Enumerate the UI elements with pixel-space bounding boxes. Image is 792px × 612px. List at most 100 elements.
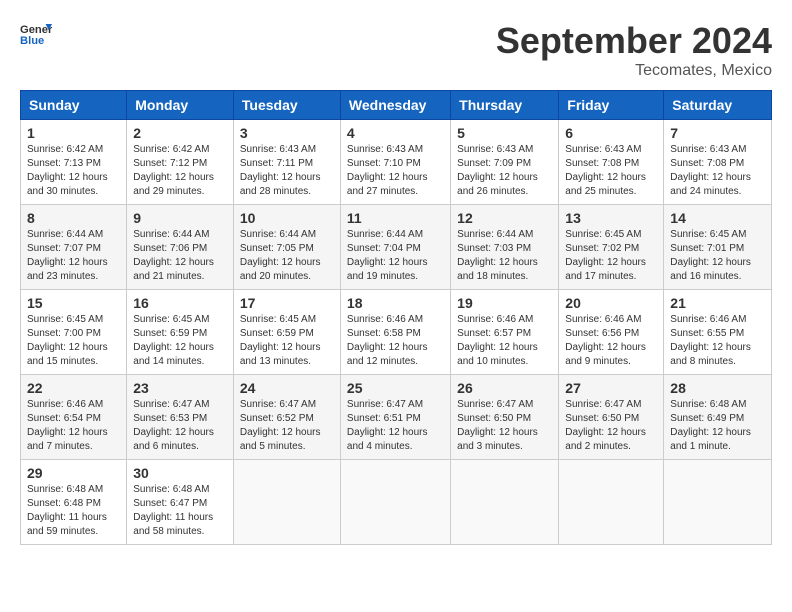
day-info: Sunrise: 6:48 AM Sunset: 6:48 PM Dayligh… [27,483,120,539]
day-number: 24 [240,380,334,396]
day-info: Sunrise: 6:47 AM Sunset: 6:50 PM Dayligh… [457,398,552,454]
calendar-cell [664,460,772,545]
calendar-cell: 27 Sunrise: 6:47 AM Sunset: 6:50 PM Dayl… [559,375,664,460]
calendar-cell: 5 Sunrise: 6:43 AM Sunset: 7:09 PM Dayli… [451,120,559,205]
calendar-cell [233,460,340,545]
calendar-cell: 8 Sunrise: 6:44 AM Sunset: 7:07 PM Dayli… [21,205,127,290]
day-info: Sunrise: 6:45 AM Sunset: 6:59 PM Dayligh… [240,313,334,369]
day-info: Sunrise: 6:48 AM Sunset: 6:49 PM Dayligh… [670,398,765,454]
day-number: 25 [347,380,444,396]
calendar-cell: 24 Sunrise: 6:47 AM Sunset: 6:52 PM Dayl… [233,375,340,460]
calendar-cell: 16 Sunrise: 6:45 AM Sunset: 6:59 PM Dayl… [127,290,234,375]
day-number: 6 [565,125,657,141]
day-number: 3 [240,125,334,141]
calendar-cell: 15 Sunrise: 6:45 AM Sunset: 7:00 PM Dayl… [21,290,127,375]
day-info: Sunrise: 6:47 AM Sunset: 6:53 PM Dayligh… [133,398,227,454]
calendar-cell: 9 Sunrise: 6:44 AM Sunset: 7:06 PM Dayli… [127,205,234,290]
day-number: 29 [27,465,120,481]
day-number: 16 [133,295,227,311]
day-info: Sunrise: 6:45 AM Sunset: 7:02 PM Dayligh… [565,228,657,284]
day-info: Sunrise: 6:47 AM Sunset: 6:52 PM Dayligh… [240,398,334,454]
day-info: Sunrise: 6:48 AM Sunset: 6:47 PM Dayligh… [133,483,227,539]
day-number: 19 [457,295,552,311]
svg-text:Blue: Blue [20,35,44,47]
day-number: 11 [347,210,444,226]
day-info: Sunrise: 6:43 AM Sunset: 7:11 PM Dayligh… [240,143,334,199]
calendar-cell: 3 Sunrise: 6:43 AM Sunset: 7:11 PM Dayli… [233,120,340,205]
calendar-cell: 20 Sunrise: 6:46 AM Sunset: 6:56 PM Dayl… [559,290,664,375]
day-number: 4 [347,125,444,141]
calendar-cell: 28 Sunrise: 6:48 AM Sunset: 6:49 PM Dayl… [664,375,772,460]
calendar-week-5: 29 Sunrise: 6:48 AM Sunset: 6:48 PM Dayl… [21,460,772,545]
col-friday: Friday [559,91,664,120]
calendar-week-4: 22 Sunrise: 6:46 AM Sunset: 6:54 PM Dayl… [21,375,772,460]
col-monday: Monday [127,91,234,120]
calendar-week-2: 8 Sunrise: 6:44 AM Sunset: 7:07 PM Dayli… [21,205,772,290]
calendar-cell [340,460,450,545]
day-info: Sunrise: 6:44 AM Sunset: 7:03 PM Dayligh… [457,228,552,284]
calendar-cell: 18 Sunrise: 6:46 AM Sunset: 6:58 PM Dayl… [340,290,450,375]
day-number: 1 [27,125,120,141]
calendar-cell: 1 Sunrise: 6:42 AM Sunset: 7:13 PM Dayli… [21,120,127,205]
day-number: 13 [565,210,657,226]
calendar-cell: 19 Sunrise: 6:46 AM Sunset: 6:57 PM Dayl… [451,290,559,375]
day-info: Sunrise: 6:46 AM Sunset: 6:54 PM Dayligh… [27,398,120,454]
col-saturday: Saturday [664,91,772,120]
calendar-cell: 22 Sunrise: 6:46 AM Sunset: 6:54 PM Dayl… [21,375,127,460]
calendar-cell: 29 Sunrise: 6:48 AM Sunset: 6:48 PM Dayl… [21,460,127,545]
day-info: Sunrise: 6:46 AM Sunset: 6:58 PM Dayligh… [347,313,444,369]
page-header: General Blue September 2024 Tecomates, M… [20,20,772,80]
col-sunday: Sunday [21,91,127,120]
calendar-cell: 14 Sunrise: 6:45 AM Sunset: 7:01 PM Dayl… [664,205,772,290]
day-number: 5 [457,125,552,141]
calendar-cell: 13 Sunrise: 6:45 AM Sunset: 7:02 PM Dayl… [559,205,664,290]
month-title: September 2024 [496,20,772,62]
day-info: Sunrise: 6:43 AM Sunset: 7:10 PM Dayligh… [347,143,444,199]
col-thursday: Thursday [451,91,559,120]
day-info: Sunrise: 6:42 AM Sunset: 7:12 PM Dayligh… [133,143,227,199]
day-number: 21 [670,295,765,311]
logo-icon: General Blue [20,20,52,48]
calendar-week-1: 1 Sunrise: 6:42 AM Sunset: 7:13 PM Dayli… [21,120,772,205]
day-info: Sunrise: 6:47 AM Sunset: 6:50 PM Dayligh… [565,398,657,454]
day-info: Sunrise: 6:45 AM Sunset: 6:59 PM Dayligh… [133,313,227,369]
day-number: 10 [240,210,334,226]
day-info: Sunrise: 6:47 AM Sunset: 6:51 PM Dayligh… [347,398,444,454]
day-info: Sunrise: 6:45 AM Sunset: 7:01 PM Dayligh… [670,228,765,284]
day-info: Sunrise: 6:42 AM Sunset: 7:13 PM Dayligh… [27,143,120,199]
day-info: Sunrise: 6:43 AM Sunset: 7:09 PM Dayligh… [457,143,552,199]
day-number: 17 [240,295,334,311]
day-number: 15 [27,295,120,311]
day-info: Sunrise: 6:46 AM Sunset: 6:55 PM Dayligh… [670,313,765,369]
day-number: 14 [670,210,765,226]
day-number: 12 [457,210,552,226]
calendar-cell [559,460,664,545]
day-info: Sunrise: 6:46 AM Sunset: 6:56 PM Dayligh… [565,313,657,369]
day-number: 28 [670,380,765,396]
day-number: 27 [565,380,657,396]
location: Tecomates, Mexico [496,62,772,80]
day-number: 22 [27,380,120,396]
calendar-cell: 26 Sunrise: 6:47 AM Sunset: 6:50 PM Dayl… [451,375,559,460]
day-number: 26 [457,380,552,396]
calendar-header-row: Sunday Monday Tuesday Wednesday Thursday… [21,91,772,120]
day-info: Sunrise: 6:45 AM Sunset: 7:00 PM Dayligh… [27,313,120,369]
day-number: 18 [347,295,444,311]
calendar-cell: 17 Sunrise: 6:45 AM Sunset: 6:59 PM Dayl… [233,290,340,375]
day-number: 20 [565,295,657,311]
day-info: Sunrise: 6:43 AM Sunset: 7:08 PM Dayligh… [565,143,657,199]
calendar-cell: 2 Sunrise: 6:42 AM Sunset: 7:12 PM Dayli… [127,120,234,205]
calendar-cell: 23 Sunrise: 6:47 AM Sunset: 6:53 PM Dayl… [127,375,234,460]
calendar-cell: 6 Sunrise: 6:43 AM Sunset: 7:08 PM Dayli… [559,120,664,205]
calendar-table: Sunday Monday Tuesday Wednesday Thursday… [20,90,772,545]
day-info: Sunrise: 6:44 AM Sunset: 7:06 PM Dayligh… [133,228,227,284]
calendar-week-3: 15 Sunrise: 6:45 AM Sunset: 7:00 PM Dayl… [21,290,772,375]
calendar-body: 1 Sunrise: 6:42 AM Sunset: 7:13 PM Dayli… [21,120,772,545]
day-number: 23 [133,380,227,396]
day-number: 2 [133,125,227,141]
day-number: 9 [133,210,227,226]
day-info: Sunrise: 6:43 AM Sunset: 7:08 PM Dayligh… [670,143,765,199]
calendar-cell [451,460,559,545]
calendar-cell: 30 Sunrise: 6:48 AM Sunset: 6:47 PM Dayl… [127,460,234,545]
day-number: 8 [27,210,120,226]
